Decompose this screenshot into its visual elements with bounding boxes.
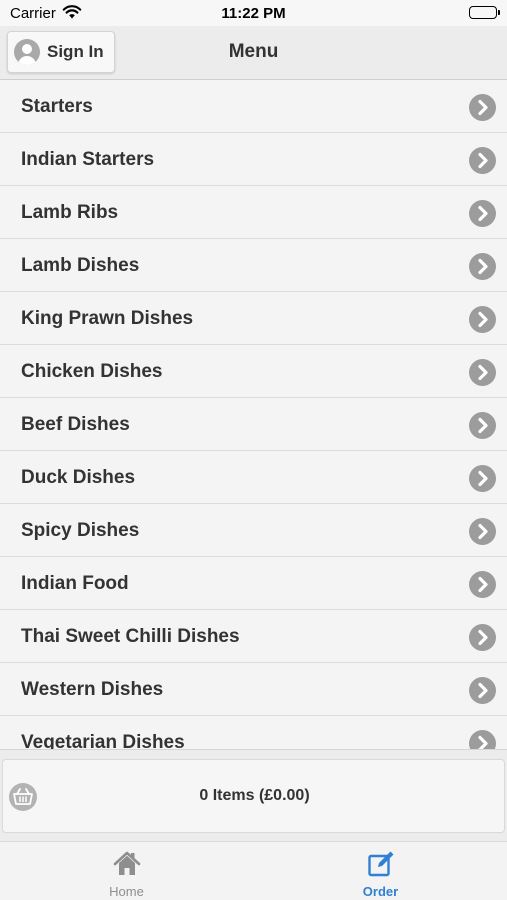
menu-item-vegetarian-dishes[interactable]: Vegetarian Dishes: [0, 716, 507, 749]
menu-item-label: Beef Dishes: [21, 414, 130, 435]
cart-bar: 0 Items (£0.00): [0, 749, 507, 841]
menu-item-label: Western Dishes: [21, 679, 164, 700]
menu-item-label: Indian Food: [21, 573, 129, 594]
menu-item-label: Vegetarian Dishes: [21, 732, 185, 749]
chevron-right-icon: [469, 359, 496, 386]
menu-item-lamb-ribs[interactable]: Lamb Ribs: [0, 186, 507, 239]
menu-item-label: Chicken Dishes: [21, 361, 163, 382]
menu-item-label: Indian Starters: [21, 149, 155, 170]
menu-item-spicy-dishes[interactable]: Spicy Dishes: [0, 504, 507, 557]
chevron-right-icon: [469, 412, 496, 439]
chevron-right-icon: [469, 200, 496, 227]
chevron-right-icon: [469, 624, 496, 651]
menu-item-label: Lamb Dishes: [21, 255, 140, 276]
chevron-right-icon: [469, 306, 496, 333]
navigation-bar: Menu Sign In: [0, 26, 507, 80]
menu-item-label: Lamb Ribs: [21, 202, 119, 223]
menu-item-chicken-dishes[interactable]: Chicken Dishes: [0, 345, 507, 398]
tab-home[interactable]: Home: [0, 842, 253, 900]
cart-summary-button[interactable]: 0 Items (£0.00): [2, 759, 505, 833]
menu-item-label: Starters: [21, 96, 93, 117]
chevron-right-icon: [469, 94, 496, 121]
menu-item-indian-food[interactable]: Indian Food: [0, 557, 507, 610]
chevron-right-icon: [469, 571, 496, 598]
menu-item-label: King Prawn Dishes: [21, 308, 194, 329]
tab-bar: Home Order: [0, 841, 507, 900]
menu-item-king-prawn-dishes[interactable]: King Prawn Dishes: [0, 292, 507, 345]
chevron-right-icon: [469, 253, 496, 280]
menu-item-starters[interactable]: Starters: [0, 80, 507, 133]
clock: 11:22 PM: [221, 5, 286, 22]
sign-in-button[interactable]: Sign In: [7, 31, 115, 73]
menu-item-western-dishes[interactable]: Western Dishes: [0, 663, 507, 716]
sign-in-label: Sign In: [47, 42, 104, 61]
status-bar: Carrier 11:22 PM: [0, 0, 507, 26]
tab-order-label: Order: [362, 884, 399, 899]
menu-item-label: Spicy Dishes: [21, 520, 140, 541]
menu-item-lamb-dishes[interactable]: Lamb Dishes: [0, 239, 507, 292]
edit-order-icon: [366, 849, 396, 879]
chevron-right-icon: [469, 677, 496, 704]
chevron-right-icon: [469, 147, 496, 174]
menu-item-label: Thai Sweet Chilli Dishes: [21, 626, 240, 647]
home-icon: [112, 849, 142, 879]
menu-item-indian-starters[interactable]: Indian Starters: [0, 133, 507, 186]
menu-item-thai-sweet-chilli-dishes[interactable]: Thai Sweet Chilli Dishes: [0, 610, 507, 663]
chevron-right-icon: [469, 518, 496, 545]
user-avatar-icon: [14, 39, 40, 65]
menu-item-duck-dishes[interactable]: Duck Dishes: [0, 451, 507, 504]
menu-item-label: Duck Dishes: [21, 467, 136, 488]
menu-item-beef-dishes[interactable]: Beef Dishes: [0, 398, 507, 451]
battery-icon: [469, 6, 500, 19]
chevron-right-icon: [469, 730, 496, 749]
cart-summary-text: 0 Items (£0.00): [199, 787, 310, 804]
tab-order[interactable]: Order: [254, 842, 507, 900]
chevron-right-icon: [469, 465, 496, 492]
menu-category-list[interactable]: Starters Indian Starters Lamb Ribs Lamb …: [0, 80, 507, 749]
tab-home-label: Home: [109, 884, 144, 899]
